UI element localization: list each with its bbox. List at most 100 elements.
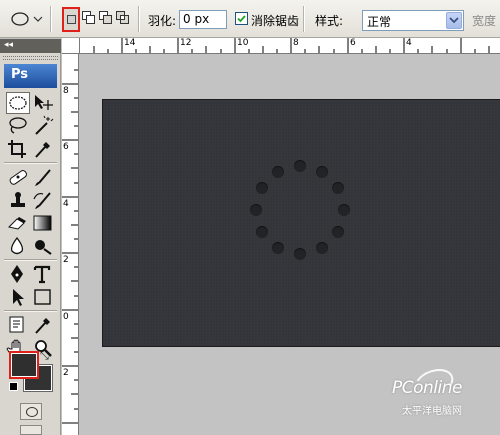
divider: [4, 259, 57, 260]
toolbox-grip[interactable]: [3, 56, 58, 60]
lasso-tool[interactable]: [6, 115, 30, 137]
style-label: 样式:: [315, 14, 344, 28]
new-selection-icon: [67, 15, 76, 24]
default-colors-icon[interactable]: [9, 382, 18, 391]
eyedropper-2-icon: [35, 318, 50, 334]
notes-tool[interactable]: [6, 314, 30, 336]
watermark-subtitle: 太平洋电脑网: [402, 406, 462, 417]
intersect-selection-icon: [116, 11, 129, 24]
pconline-watermark: PConline 太平洋电脑网: [388, 363, 496, 430]
eyedropper-tool[interactable]: [31, 138, 55, 160]
ruler-label: 12: [180, 38, 192, 48]
separator: [303, 6, 304, 32]
ruler-origin[interactable]: [62, 38, 80, 54]
eyedropper-icon: [35, 142, 50, 158]
blur-icon: [10, 236, 24, 255]
elliptical-marquee-icon: [9, 96, 27, 110]
path-selection-icon: [13, 289, 24, 306]
type-tool[interactable]: [31, 263, 55, 285]
loading-dot: [316, 165, 328, 178]
horizontal-ruler[interactable]: 14 12 10 8 6 4: [80, 38, 500, 54]
brush-icon: [35, 169, 51, 186]
ruler-ticks: [93, 38, 490, 53]
notes-icon: [9, 316, 24, 333]
loading-dot: [332, 182, 345, 194]
loading-dot: [316, 242, 328, 255]
separator: [138, 6, 139, 32]
eyedropper-tool-2[interactable]: [31, 314, 55, 336]
lasso-icon: [9, 117, 27, 134]
ruler-label: 2: [63, 368, 69, 378]
type-icon: [33, 265, 51, 284]
new-selection-button[interactable]: [62, 7, 80, 32]
dodge-icon: [35, 240, 52, 255]
healing-brush-icon: [9, 170, 27, 185]
rectangle-shape-tool[interactable]: [31, 286, 55, 308]
checkmark-icon: [237, 15, 246, 23]
ruler-label: 6: [63, 142, 69, 152]
loading-dot: [255, 182, 268, 194]
history-brush-icon: [33, 192, 51, 209]
antialias-label: 消除锯齿: [251, 14, 300, 28]
foreground-color-swatch[interactable]: [9, 351, 39, 379]
pen-icon: [11, 265, 23, 283]
subtract-from-selection-button[interactable]: [99, 11, 113, 25]
feather-label: 羽化:: [148, 14, 177, 28]
rectangle-shape-icon: [34, 289, 51, 305]
collapse-icon[interactable]: ◂◂: [4, 40, 13, 50]
dropdown-arrow[interactable]: [446, 12, 462, 29]
crop-tool[interactable]: [6, 138, 30, 160]
add-to-selection-button[interactable]: [82, 11, 96, 25]
swap-colors-icon[interactable]: ⤡: [40, 349, 49, 363]
blur-tool[interactable]: [6, 235, 30, 257]
eraser-tool[interactable]: [6, 212, 30, 234]
gradient-tool[interactable]: [31, 212, 55, 234]
history-brush-tool[interactable]: [31, 189, 55, 211]
move-tool[interactable]: [31, 92, 55, 114]
move-icon: [35, 95, 53, 110]
elliptical-marquee-preset-icon: [11, 12, 43, 26]
options-bar: 羽化: 0 px 消除锯齿 样式: 正常 宽度: [0, 0, 500, 38]
loading-dot: [294, 160, 306, 172]
loading-dot: [272, 165, 284, 178]
ps-logo[interactable]: Ps: [4, 64, 57, 88]
elliptical-marquee-tool[interactable]: [6, 92, 30, 114]
intersect-selection-button[interactable]: [116, 11, 130, 25]
loading-dot: [294, 248, 306, 260]
style-select-value: 正常: [367, 15, 392, 29]
screen-mode-button[interactable]: [20, 425, 42, 435]
quick-mask-button[interactable]: [20, 403, 42, 420]
brush-tool[interactable]: [31, 166, 55, 188]
subtract-from-selection-icon: [99, 11, 112, 24]
magic-wand-tool[interactable]: [31, 115, 55, 137]
ruler-label: 14: [124, 38, 136, 48]
divider: [4, 310, 57, 311]
separator: [50, 6, 51, 32]
dodge-tool[interactable]: [31, 235, 55, 257]
style-select[interactable]: 正常: [362, 10, 464, 31]
feather-input[interactable]: 0 px: [179, 10, 227, 29]
healing-brush-tool[interactable]: [6, 166, 30, 188]
antialias-checkbox[interactable]: [235, 12, 248, 25]
clone-stamp-tool[interactable]: [6, 189, 30, 211]
path-selection-tool[interactable]: [6, 286, 30, 308]
toolbox: ◂◂ Ps ⤡: [0, 39, 61, 435]
watermark-brand: PConline: [392, 378, 462, 398]
ruler-label: 8: [63, 86, 69, 96]
tool-preset-picker[interactable]: [8, 8, 44, 30]
loading-dot: [338, 204, 350, 216]
loading-dot: [272, 242, 284, 255]
ruler-label: 10: [237, 38, 249, 48]
ruler-label: 4: [406, 38, 412, 48]
eraser-icon: [8, 217, 26, 230]
ruler-label: 4: [63, 199, 69, 209]
gradient-icon: [33, 215, 52, 231]
loading-dot: [332, 226, 345, 238]
artboard[interactable]: [102, 99, 500, 347]
loading-dot: [250, 204, 262, 216]
divider: [4, 162, 57, 163]
add-to-selection-icon: [82, 11, 95, 24]
vertical-ruler[interactable]: 8 6 4 2 0 2: [62, 54, 79, 435]
chevron-down-icon: [449, 17, 459, 24]
pen-tool[interactable]: [6, 263, 30, 285]
